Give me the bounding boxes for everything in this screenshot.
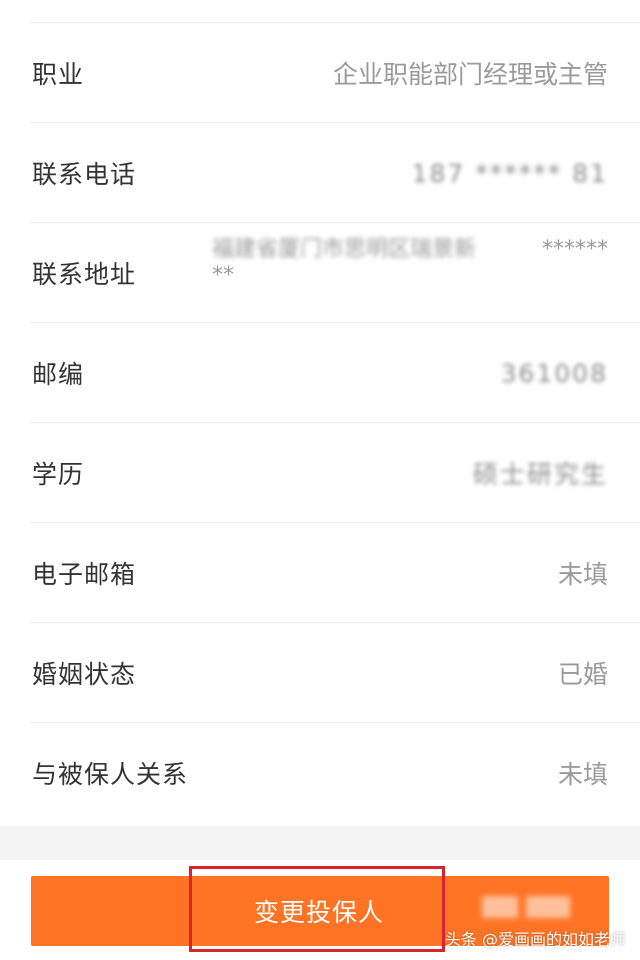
address-label: 联系地址: [32, 260, 137, 289]
change-policy-holder-label: 变更投保人: [253, 899, 384, 927]
redacted-patch-1: [482, 896, 518, 918]
section-separator: [0, 826, 640, 860]
address-value: 福建省厦门市思明区瑞景新 ****** **: [212, 237, 608, 289]
relationship-label: 与被保人关系: [32, 760, 189, 789]
watermark-text: 头条 @爱画画的如如老师: [444, 930, 626, 949]
redacted-patch-2: [526, 896, 570, 918]
relationship-value: 未填: [557, 760, 608, 789]
occupation-value: 企业职能部门经理或主管: [332, 60, 608, 89]
info-list: 职业 企业职能部门经理或主管 联系电话 187 ****** 81 联系地址 福…: [0, 23, 640, 823]
row-email: 电子邮箱 未填: [0, 523, 640, 623]
row-relationship: 与被保人关系 未填: [0, 723, 640, 823]
occupation-label: 职业: [32, 60, 85, 89]
postcode-value: 361008: [500, 358, 608, 388]
row-education: 学历 硕士研究生: [0, 423, 640, 523]
address-mask-stars-2: **: [212, 263, 234, 288]
row-address: 联系地址 福建省厦门市思明区瑞景新 ****** **: [0, 223, 640, 323]
email-label: 电子邮箱: [32, 560, 137, 589]
marital-status-value: 已婚: [557, 660, 608, 689]
row-postcode: 邮编 361008: [0, 323, 640, 423]
education-value: 硕士研究生: [472, 460, 608, 489]
email-value: 未填: [557, 560, 608, 589]
address-mask-stars: ******: [542, 237, 608, 262]
row-phone: 联系电话 187 ****** 81: [0, 123, 640, 223]
policy-holder-detail-page: 职业 企业职能部门经理或主管 联系电话 187 ****** 81 联系地址 福…: [0, 0, 640, 960]
education-label: 学历: [32, 460, 85, 489]
phone-label: 联系电话: [32, 160, 137, 189]
address-text: 福建省厦门市思明区瑞景新: [212, 237, 477, 262]
phone-value: 187 ****** 81: [411, 158, 608, 188]
row-occupation: 职业 企业职能部门经理或主管: [0, 23, 640, 123]
postcode-label: 邮编: [32, 360, 85, 389]
row-marital-status: 婚姻状态 已婚: [0, 623, 640, 723]
marital-status-label: 婚姻状态: [32, 660, 137, 689]
